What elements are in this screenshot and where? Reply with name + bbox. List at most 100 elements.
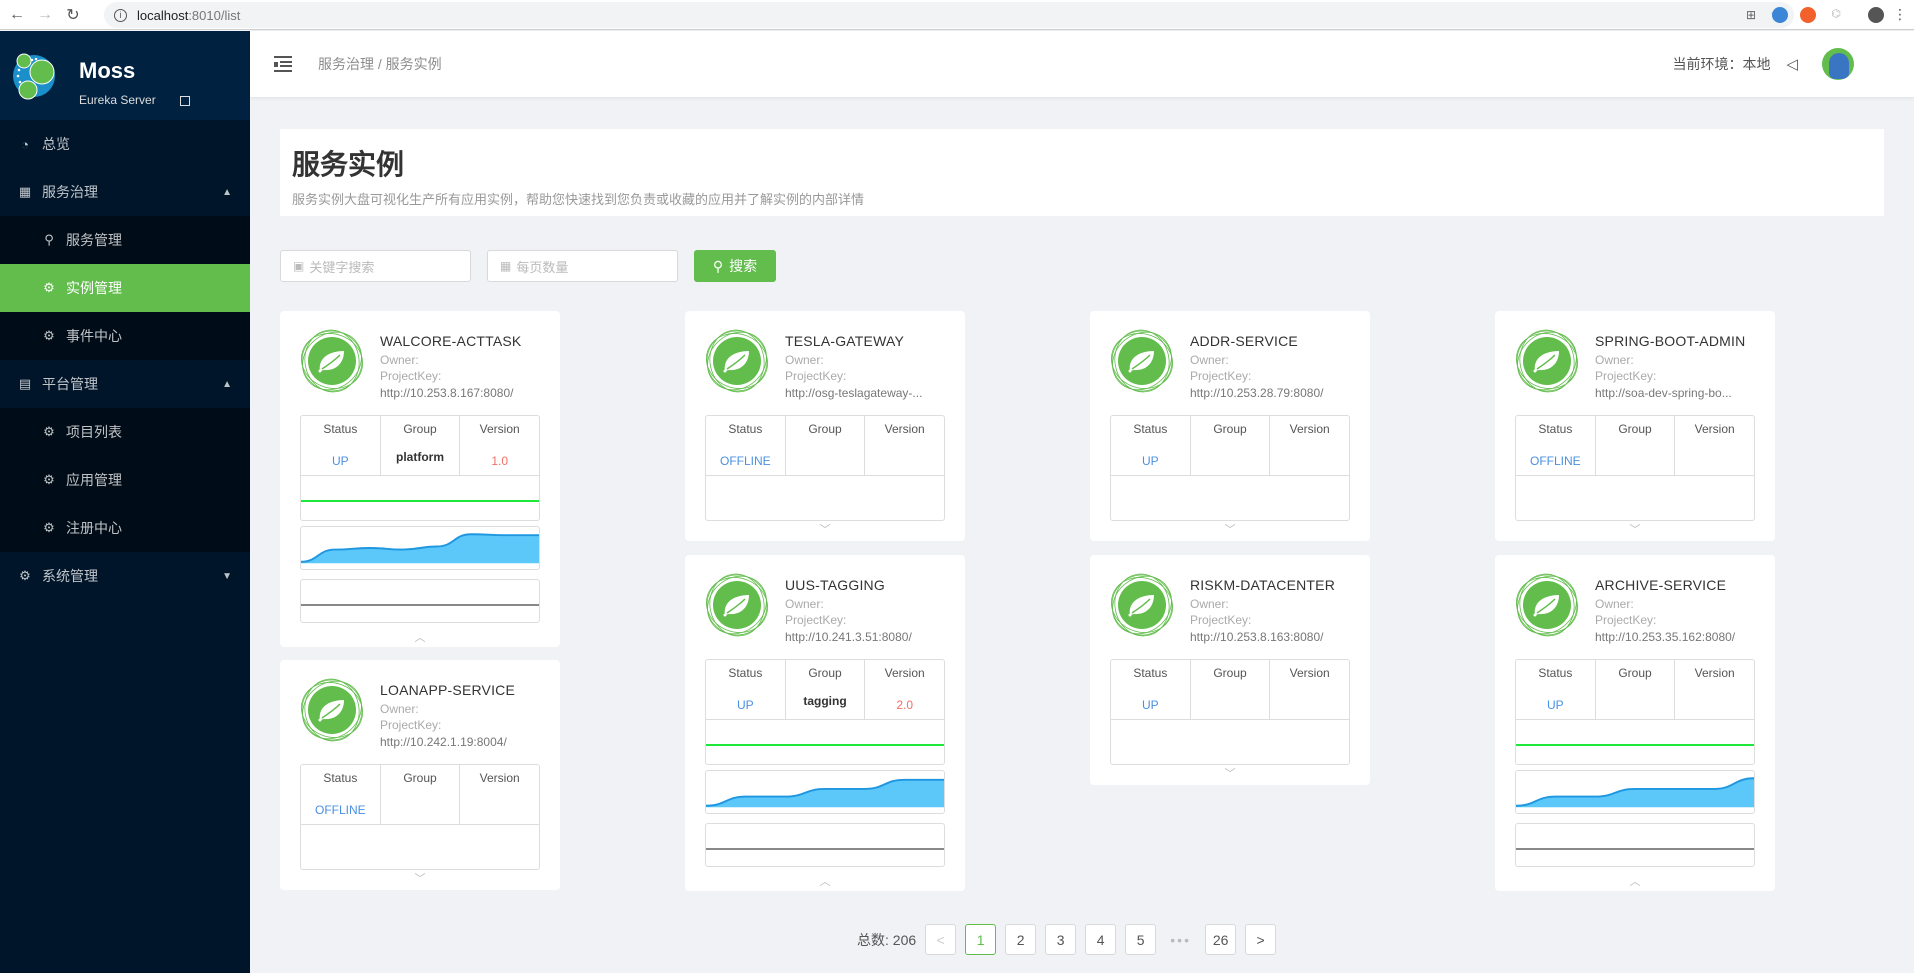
sidebar-item-service-governance[interactable]: ▦ 服务治理 ▲ xyxy=(0,168,250,216)
page-button[interactable]: 3 xyxy=(1045,924,1077,955)
main-content: 服务治理 / 服务实例 当前环境：本地 ◁ 服务实例 服务实例大盘可视化生产所有… xyxy=(250,31,1914,973)
brand-subtitle: Eureka Server xyxy=(79,93,156,107)
status-value: OFFLINE xyxy=(1530,454,1581,468)
reload-button[interactable]: ↻ xyxy=(62,4,84,26)
notification-icon[interactable]: ◁ xyxy=(1786,55,1798,73)
keyword-search-input[interactable]: ▣ 关键字搜索 xyxy=(280,250,471,282)
instance-url[interactable]: http://osg-teslagateway-... xyxy=(785,386,955,400)
expand-icon[interactable]: ﹀ xyxy=(1495,521,1775,537)
instance-url[interactable]: http://10.253.35.162:8080/ xyxy=(1595,630,1765,644)
expand-icon[interactable]: ﹀ xyxy=(280,870,560,886)
instance-card[interactable]: WALCORE-ACTTASK Owner: ProjectKey: http:… xyxy=(280,311,560,647)
instance-card[interactable]: ARCHIVE-SERVICE Owner: ProjectKey: http:… xyxy=(1495,555,1775,891)
instance-card[interactable]: LOANAPP-SERVICE Owner: ProjectKey: http:… xyxy=(280,660,560,890)
address-bar[interactable]: i localhost:8010/list ⊞ ☆ xyxy=(104,2,1794,28)
extension-orange-icon[interactable] xyxy=(1800,7,1816,23)
collapse-icon[interactable]: ︿ xyxy=(280,629,560,645)
instance-name[interactable]: LOANAPP-SERVICE xyxy=(380,682,515,698)
page-button[interactable]: 4 xyxy=(1085,924,1117,955)
header-right: 当前环境：本地 ◁ xyxy=(1672,31,1854,97)
instance-info-table: Status OFFLINE Group Version xyxy=(1515,415,1755,521)
version-header: Version xyxy=(884,422,925,436)
qrcode-icon[interactable] xyxy=(180,96,190,106)
info-icon[interactable]: i xyxy=(114,8,127,22)
instance-name[interactable]: RISKM-DATACENTER xyxy=(1190,577,1335,593)
instance-info-table: Status UP Group Version xyxy=(1515,659,1755,765)
status-value: UP xyxy=(737,698,754,712)
sidebar-item-service-management[interactable]: ⚲ 服务管理 xyxy=(0,216,250,264)
page-ellipsis[interactable]: ••• xyxy=(1165,924,1196,955)
instance-name[interactable]: ADDR-SERVICE xyxy=(1190,333,1298,349)
project-key-label: ProjectKey: xyxy=(1190,613,1252,627)
instance-url[interactable]: http://10.253.8.167:8080/ xyxy=(380,386,550,400)
prev-page-button[interactable]: < xyxy=(925,924,957,955)
translate-icon[interactable]: ⊞ xyxy=(1746,8,1756,22)
health-bar xyxy=(706,720,944,764)
extension-blue-icon[interactable] xyxy=(1772,7,1788,23)
version-value: 1.0 xyxy=(491,454,509,468)
version-header: Version xyxy=(1289,422,1330,436)
sidebar-item-registry-center[interactable]: ⚙ 注册中心 xyxy=(0,504,250,552)
instance-card[interactable]: UUS-TAGGING Owner: ProjectKey: http://10… xyxy=(685,555,965,891)
instance-card[interactable]: SPRING-BOOT-ADMIN Owner: ProjectKey: htt… xyxy=(1495,311,1775,541)
sidebar-item-platform-management[interactable]: ▤ 平台管理 ▲ xyxy=(0,360,250,408)
status-value: UP xyxy=(1142,698,1159,712)
expand-icon[interactable]: ﹀ xyxy=(685,521,965,537)
page-title: 服务实例 xyxy=(292,149,405,180)
menu-kebab-icon[interactable]: ⋮ xyxy=(1892,7,1908,23)
instance-url[interactable]: http://10.253.28.79:8080/ xyxy=(1190,386,1360,400)
status-value: OFFLINE xyxy=(720,454,771,468)
spring-leaf-icon xyxy=(300,329,364,393)
pagination: 总数: 206 < 1 2 3 4 5 ••• 26 > xyxy=(857,924,1277,955)
forward-button[interactable]: → xyxy=(34,4,56,26)
status-value: OFFLINE xyxy=(315,803,366,817)
instance-name[interactable]: WALCORE-ACTTASK xyxy=(380,333,521,349)
instance-name[interactable]: SPRING-BOOT-ADMIN xyxy=(1595,333,1745,349)
instance-info-table: Status UP Group Version xyxy=(1110,659,1350,765)
collapse-icon[interactable]: ︿ xyxy=(1495,873,1775,889)
sidebar-item-label: 项目列表 xyxy=(66,424,122,440)
chevron-up-icon: ▲ xyxy=(222,186,232,198)
sidebar-item-label: 应用管理 xyxy=(66,472,122,488)
sidebar-item-system-management[interactable]: ⚙ 系统管理 ▼ xyxy=(0,552,250,600)
search-button[interactable]: ⚲ 搜索 xyxy=(694,250,776,282)
instance-info-table: Status UP Group tagging Version 2.0 xyxy=(705,659,945,765)
instance-url[interactable]: http://soa-dev-spring-bo... xyxy=(1595,386,1765,400)
instance-url[interactable]: http://10.241.3.51:8080/ xyxy=(785,630,955,644)
page-size-input[interactable]: ▦ 每页数量 xyxy=(487,250,678,282)
back-button[interactable]: ← xyxy=(6,4,28,26)
sidebar-item-instance-management[interactable]: ⚙ 实例管理 xyxy=(0,264,250,312)
menu-fold-icon[interactable] xyxy=(274,56,292,72)
status-header: Status xyxy=(728,422,763,436)
instance-name[interactable]: UUS-TAGGING xyxy=(785,577,885,593)
instance-card[interactable]: RISKM-DATACENTER Owner: ProjectKey: http… xyxy=(1090,555,1370,785)
sidebar-item-project-list[interactable]: ⚙ 项目列表 xyxy=(0,408,250,456)
secondary-chart xyxy=(1515,823,1755,867)
instance-url[interactable]: http://10.242.1.19:8004/ xyxy=(380,735,550,749)
sidebar-item-event-center[interactable]: ⚙ 事件中心 xyxy=(0,312,250,360)
version-value: 2.0 xyxy=(896,698,914,712)
trend-area xyxy=(706,778,944,808)
sidebar-item-overview[interactable]: ◔ 总览 xyxy=(0,120,250,168)
profile-icon[interactable] xyxy=(1868,7,1884,23)
project-key-label: ProjectKey: xyxy=(785,613,847,627)
sidebar-item-app-management[interactable]: ⚙ 应用管理 xyxy=(0,456,250,504)
secondary-chart xyxy=(300,579,540,623)
collapse-icon[interactable]: ︿ xyxy=(685,873,965,889)
extension-sitemap-icon[interactable]: ⌬ xyxy=(1828,7,1844,23)
instance-url[interactable]: http://10.253.8.163:8080/ xyxy=(1190,630,1360,644)
next-page-button[interactable]: > xyxy=(1245,924,1277,955)
instance-info-table: Status OFFLINE Group Version xyxy=(300,764,540,870)
instance-name[interactable]: ARCHIVE-SERVICE xyxy=(1595,577,1726,593)
expand-icon[interactable]: ﹀ xyxy=(1090,521,1370,537)
page-button[interactable]: 2 xyxy=(1005,924,1037,955)
avatar[interactable] xyxy=(1822,48,1854,80)
instance-card[interactable]: TESLA-GATEWAY Owner: ProjectKey: http://… xyxy=(685,311,965,541)
status-header: Status xyxy=(1133,666,1168,680)
instance-name[interactable]: TESLA-GATEWAY xyxy=(785,333,904,349)
page-button[interactable]: 5 xyxy=(1125,924,1157,955)
expand-icon[interactable]: ﹀ xyxy=(1090,765,1370,781)
instance-card[interactable]: ADDR-SERVICE Owner: ProjectKey: http://1… xyxy=(1090,311,1370,541)
page-button-last[interactable]: 26 xyxy=(1205,924,1237,955)
page-button[interactable]: 1 xyxy=(965,924,997,955)
